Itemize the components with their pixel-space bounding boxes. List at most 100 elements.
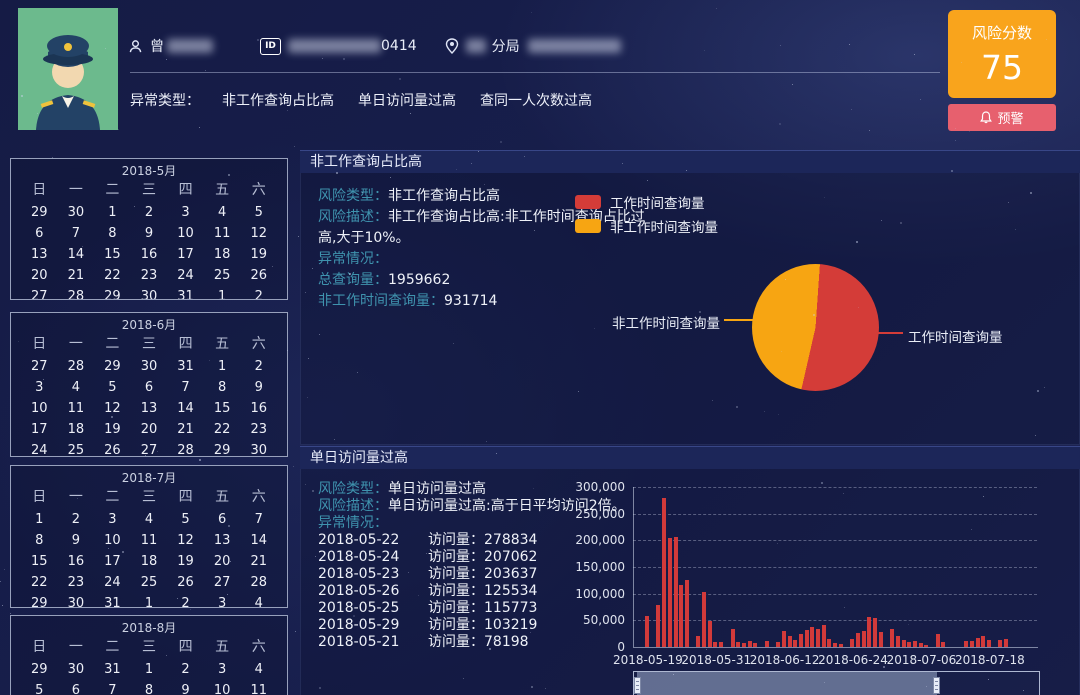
star (410, 113, 411, 114)
calendar-day: 16 (240, 398, 277, 419)
calendar-day: 3 (21, 377, 58, 398)
weekday-label: 六 (240, 636, 277, 659)
redacted-station-prefix (466, 39, 486, 53)
star (988, 679, 989, 680)
star (177, 598, 178, 599)
star (334, 439, 335, 440)
calendar-grid: 日一二三四五六272829303112345678910111213141516… (11, 333, 287, 457)
calendar-day: 7 (58, 223, 95, 244)
bar (810, 627, 814, 647)
info-label: 风险类型： (318, 481, 388, 497)
calendar-day: 6 (204, 509, 241, 530)
calendar-day: 10 (21, 398, 58, 419)
info-value: 1959662 (388, 272, 450, 288)
id-card-icon: ID (260, 38, 281, 55)
star (37, 113, 38, 114)
anomaly-visits-label: 访问量： (428, 532, 484, 548)
star (336, 172, 338, 174)
weekday-label: 三 (131, 486, 168, 509)
weekday-label: 日 (21, 179, 58, 202)
star (716, 8, 717, 9)
bar (805, 630, 809, 647)
legend-item[interactable]: 非工作时间查询量 (575, 214, 718, 238)
anomaly-type-tag-1[interactable]: 非工作查询占比高 (222, 90, 334, 110)
bar (713, 642, 717, 647)
bar (685, 580, 689, 647)
star (319, 334, 320, 335)
datazoom-selection[interactable] (637, 672, 937, 695)
calendar-day: 7 (94, 680, 131, 695)
star (1037, 390, 1039, 392)
calendar-day: 18 (58, 419, 95, 440)
star (594, 328, 595, 329)
pie-chart[interactable] (752, 264, 879, 391)
calendar-day: 2 (240, 286, 277, 300)
bar (907, 642, 911, 647)
bar (981, 636, 985, 647)
calendar-day: 8 (204, 377, 241, 398)
calendar-day: 21 (58, 265, 95, 286)
gridline (633, 594, 1037, 595)
person-icon (128, 39, 143, 54)
star (534, 230, 535, 231)
bar (998, 640, 1002, 647)
star (824, 197, 825, 198)
weekday-label: 一 (58, 486, 95, 509)
star (463, 678, 464, 679)
legend-swatch (575, 195, 601, 209)
star (489, 648, 491, 650)
anomaly-visits-label: 访问量： (428, 617, 484, 633)
star (578, 391, 579, 392)
y-axis-tick-label: 150,000 (571, 560, 625, 574)
star (699, 311, 701, 313)
anomaly-type-tag-3[interactable]: 查同一人次数过高 (480, 90, 592, 110)
star (531, 12, 532, 13)
calendar-day: 8 (94, 223, 131, 244)
alert-button[interactable]: 预警 (948, 104, 1056, 131)
info-label: 非工作时间查询量： (318, 293, 444, 309)
info-label: 总查询量： (318, 272, 388, 288)
legend-label: 工作时间查询量 (610, 192, 705, 212)
bar (679, 585, 683, 647)
star (920, 99, 921, 100)
legend-item[interactable]: 工作时间查询量 (575, 190, 718, 214)
weekday-label: 一 (58, 333, 95, 356)
star (792, 84, 793, 85)
calendar-month-title: 2018-8月 (11, 619, 287, 636)
star (531, 686, 533, 688)
star (1035, 435, 1036, 436)
calendar-day: 30 (58, 202, 95, 223)
bar (1004, 639, 1008, 647)
anomaly-visits-value: 278834 (484, 532, 537, 548)
bar (656, 605, 660, 647)
star (961, 62, 962, 63)
star (257, 39, 259, 41)
weekday-label: 三 (131, 333, 168, 356)
weekday-label: 一 (58, 636, 95, 659)
pie-leader-line-left (724, 319, 753, 321)
star (272, 266, 273, 267)
info-value: 931714 (444, 293, 497, 309)
star (686, 170, 687, 171)
calendar-day: 23 (58, 572, 95, 593)
star (209, 360, 210, 361)
star (111, 416, 113, 418)
redacted-station-suffix (528, 39, 621, 53)
star (362, 192, 363, 193)
y-axis-tick-label: 250,000 (571, 507, 625, 521)
bar (833, 643, 837, 647)
calendar-day: 19 (167, 551, 204, 572)
calendar-day: 30 (58, 593, 95, 608)
star (118, 291, 119, 292)
info-value: 单日访问量过高 (388, 481, 486, 497)
risk-score-value: 75 (948, 48, 1056, 87)
datazoom-handle-left[interactable] (634, 677, 641, 694)
star (545, 688, 546, 689)
datazoom-handle-right[interactable] (933, 677, 940, 694)
calendar-day: 12 (240, 223, 277, 244)
calendar-month-title: 2018-6月 (11, 316, 287, 333)
gridline (633, 487, 1037, 488)
anomaly-type-tag-2[interactable]: 单日访问量过高 (358, 90, 456, 110)
star (712, 400, 713, 401)
star (199, 127, 200, 128)
